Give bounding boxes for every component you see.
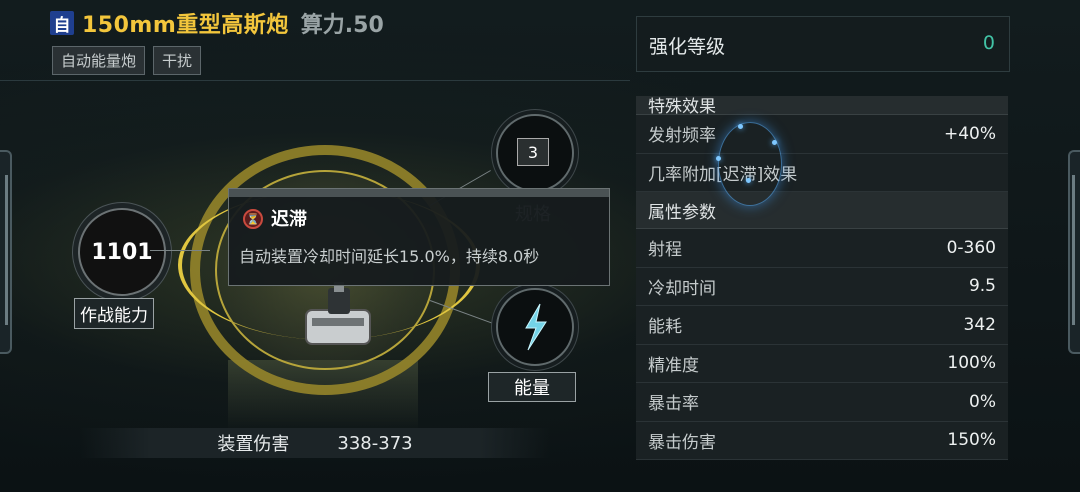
stat-key: 冷却时间: [648, 278, 716, 299]
stat-key: 暴击率: [648, 394, 699, 415]
damage-value: 338-373: [337, 432, 413, 454]
damage-bar: 装置伤害 338-373: [80, 428, 550, 458]
slow-effect-icon: ⏳: [243, 209, 263, 229]
stat-key: 暴击伤害: [648, 432, 716, 453]
enhance-label: 强化等级: [649, 36, 726, 58]
right-frame-accent: [1072, 175, 1075, 325]
stat-row: 暴击率 0%: [636, 383, 1008, 422]
enhance-level-row: 强化等级 0: [636, 16, 1010, 72]
item-title: 150mm重型高斯炮: [82, 13, 289, 38]
self-badge: 自: [50, 11, 74, 36]
stat-row: 射程 0-360: [636, 229, 1008, 268]
connector-line: [150, 250, 210, 251]
special-effects-header: 特殊效果: [636, 96, 1008, 115]
stat-key: 发射频率: [648, 126, 716, 147]
stat-row: 发射频率 +40%: [636, 115, 1008, 154]
combat-power-value: 1101: [78, 208, 166, 296]
spec-value: 3: [517, 138, 549, 166]
stat-row: 暴击伤害 150%: [636, 422, 1008, 460]
energy-circle[interactable]: [496, 288, 574, 366]
stat-key: 能耗: [648, 317, 682, 338]
stat-key: 射程: [648, 240, 682, 261]
stat-row: 精准度 100%: [636, 345, 1008, 383]
effect-tooltip: ⏳ 迟滞 自动装置冷却时间延长15.0%，持续8.0秒: [228, 188, 610, 286]
turret-icon: [305, 282, 371, 345]
stats-panel[interactable]: 特殊效果 发射频率 +40% 几率附加[迟滞]效果 属性参数 射程 0-360 …: [636, 96, 1008, 460]
stat-value: 0%: [969, 391, 996, 412]
sparkle-dot: [716, 156, 721, 161]
energy-lightning-icon: [525, 303, 547, 351]
stat-value: +40%: [943, 123, 996, 144]
stat-key: 精准度: [648, 355, 699, 376]
item-header: 自 150mm重型高斯炮 算力.50: [50, 6, 384, 40]
tooltip-title: 迟滞: [271, 209, 307, 230]
stat-value: 342: [963, 314, 996, 335]
attributes-header: 属性参数: [636, 192, 1008, 229]
combat-power-label: 作战能力: [74, 298, 154, 329]
tag-item: 干扰: [153, 46, 202, 75]
tag-item: 自动能量炮: [52, 46, 146, 75]
sparkle-dot: [772, 140, 777, 145]
tag-list: 自动能量炮 干扰: [52, 46, 202, 75]
stat-value: 100%: [947, 353, 996, 374]
power-cost: 算力.50: [300, 13, 384, 38]
stat-row: 能耗 342: [636, 306, 1008, 345]
left-frame-accent: [5, 175, 8, 325]
tooltip-description: 自动装置冷却时间延长15.0%，持续8.0秒: [239, 247, 540, 266]
stat-value: 9.5: [968, 276, 996, 297]
damage-label: 装置伤害: [217, 434, 290, 455]
enhance-value: 0: [982, 32, 995, 54]
stat-value: 150%: [947, 430, 996, 451]
sparkle-effect: [718, 122, 782, 206]
sparkle-dot: [746, 178, 751, 183]
header-divider: [0, 80, 630, 81]
stat-value: 0-360: [946, 237, 996, 258]
stat-row: 冷却时间 9.5: [636, 268, 1008, 306]
sparkle-dot: [738, 124, 743, 129]
stat-row: 几率附加[迟滞]效果: [636, 154, 1008, 192]
energy-label: 能量: [488, 372, 576, 402]
tooltip-header-strip: [229, 189, 609, 197]
